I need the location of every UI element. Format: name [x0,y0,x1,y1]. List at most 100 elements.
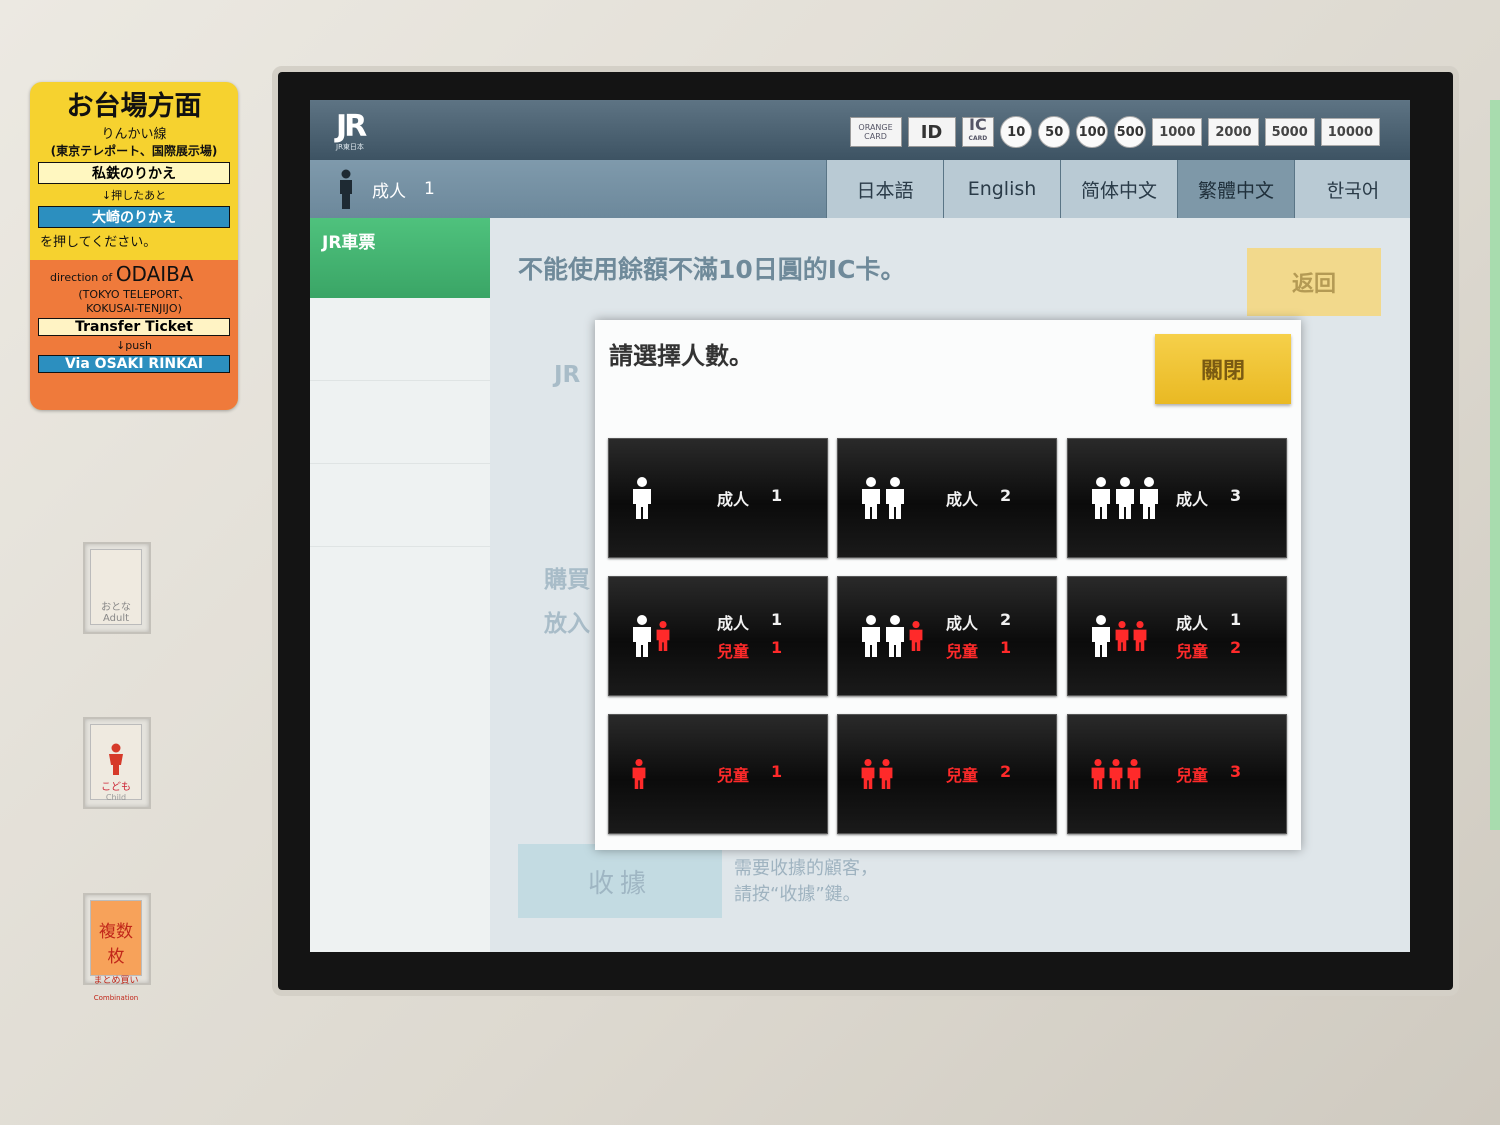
side-green-label [1490,100,1500,830]
passenger-option-button[interactable]: 兒童 3 [1067,714,1287,834]
jr-logo: JR JR東日本 [336,109,394,152]
child-physical-label-en: Child [105,793,127,802]
child-count: 1 [771,762,783,781]
combination-sub: まとめ買い [93,976,139,986]
ic-card-sub: CARD [968,135,988,142]
adult-label: 成人 [946,490,979,509]
adult-count: 1 [771,486,783,505]
suica-card-icon: ⅠD [907,117,956,147]
receipt-note-line-2: 請按“收據”鍵。 [734,884,861,905]
back-button[interactable]: 返回 [1247,248,1381,316]
jr-logo-text: JR [336,109,367,144]
orange-card-indicator: ORANGE CARD [849,117,902,147]
adult-figure-icon [1092,615,1110,657]
sidebar-item[interactable] [310,298,490,381]
coin-100: 100 [1076,116,1109,148]
passenger-labels: 成人 3 [1176,439,1241,557]
passenger-option-button[interactable]: 成人 2 [837,438,1057,558]
insert-label: 放入 [544,611,590,637]
passenger-option-button[interactable]: 成人 1 兒童 1 [608,576,828,696]
passenger-figures [631,439,653,557]
combination-label-en: Combination [93,994,139,1002]
adult-count: 1 [1230,610,1242,629]
adult-count: 2 [1000,486,1012,505]
ic-card-warning-message: 不能使用餘額不滿10日圓的IC卡。 [518,255,906,284]
adult-physical-button[interactable]: おとな Adult [83,542,151,634]
passenger-count-dialog: 請選擇人數。 關閉 成人 1 成人 2 成人 3 成人 1 兒童 1 成人 2 兒童 1 成人 1 兒童 2 兒童 1… [595,320,1301,850]
child-label: 兒童 [946,766,979,785]
adult-figure-icon [886,615,904,657]
sticker-direction-of: direction of [50,271,113,284]
sticker-english-section: direction of ODAIBA (TOKYO TELEPORT、 KOK… [30,260,238,410]
receipt-button[interactable]: 收據 [518,844,722,918]
adult-figure-icon [1092,477,1110,519]
receipt-note-line-1: 需要收據的顧客， [734,858,878,879]
bill-1000: 1000 [1152,118,1203,146]
child-count: 1 [771,638,783,657]
sidebar-item-label: JR車票 [322,233,376,253]
passenger-labels: 兒童 1 [717,715,782,833]
passenger-option-button[interactable]: 兒童 1 [608,714,828,834]
passenger-figures [1090,715,1142,833]
child-icon [109,743,123,775]
adult-figure-icon [1116,477,1134,519]
child-label: 兒童 [1176,766,1209,785]
combination-label-jp: 複数枚 [99,922,133,967]
sticker-en-stations-1: (TOKYO TELEPORT、 [78,288,190,301]
child-physical-button[interactable]: こども Child [83,717,151,809]
passenger-option-button[interactable]: 成人 3 [1067,438,1287,558]
passenger-option-button[interactable]: 兒童 2 [837,714,1057,834]
passenger-labels: 兒童 2 [946,715,1011,833]
sidebar-item[interactable] [310,464,490,547]
child-figure-icon [1127,759,1141,789]
language-tab[interactable]: 简体中文 [1060,160,1177,218]
child-physical-label-jp: こども [101,782,131,793]
language-tab[interactable]: English [943,160,1060,218]
sticker-line: りんかい線 [101,127,167,142]
ticket-machine-screen: JR JR東日本 ORANGE CARD ⅠD IC CARD 10 50 10… [310,100,1410,952]
dialog-title: 請選擇人數。 [609,342,753,370]
adult-label: 成人 [717,614,750,633]
jr-logo-sub: JR東日本 [336,143,364,151]
child-label: 兒童 [1176,642,1209,661]
passenger-labels: 兒童 3 [1176,715,1241,833]
top-bar: JR JR東日本 ORANGE CARD ⅠD IC CARD 10 50 10… [310,100,1410,160]
passenger-figures [1090,439,1160,557]
passenger-label: 成人 [372,181,406,202]
passenger-status: 成人 1 [338,168,435,210]
child-figure-icon [909,621,923,651]
passenger-option-button[interactable]: 成人 2 兒童 1 [837,576,1057,696]
adult-physical-label: おとな Adult [90,549,142,625]
language-tab[interactable]: 日本語 [826,160,943,218]
passenger-option-button[interactable]: 成人 1 [608,438,828,558]
adult-count: 3 [1230,486,1242,505]
odaiba-transfer-sticker: お台場方面 りんかい線 (東京テレポート、国際展示場) 私鉄のりかえ ↓押したあ… [30,82,238,410]
child-figure-icon [1115,621,1129,651]
sidebar-item[interactable] [310,381,490,464]
language-tab[interactable]: 한국어 [1294,160,1410,218]
close-button[interactable]: 關閉 [1155,334,1291,404]
sticker-title: お台場方面 [66,91,202,122]
adult-label: 成人 [946,614,979,633]
language-tab[interactable]: 繁體中文 [1177,160,1294,218]
adult-figure-icon [862,477,880,519]
adult-figure-icon [886,477,904,519]
sticker-stations: (東京テレポート、国際展示場) [50,144,218,158]
receipt-note: 需要收據的顧客， 請按“收據”鍵。 [734,856,878,908]
bill-10000: 10000 [1320,118,1380,146]
passenger-figures [631,715,647,833]
adult-figure-icon [633,477,651,519]
child-figure-icon [861,759,875,789]
passenger-option-button[interactable]: 成人 1 兒童 2 [1067,576,1287,696]
child-figure-icon [656,621,670,651]
combination-physical-button[interactable]: 複数枚 まとめ買い Combination [83,893,151,1002]
ic-card-text: IC [969,115,987,134]
sidebar-item-jr-ticket[interactable]: JR車票 [310,218,490,298]
sticker-push-after: ↓押したあと [101,189,167,202]
sticker-odaiba: ODAIBA [115,262,194,286]
adult-figure-icon [633,615,651,657]
sticker-en-stations-2: KOKUSAI-TENJIJO) [86,302,182,315]
child-label: 兒童 [717,642,750,661]
child-figure-icon [1133,621,1147,651]
adult-label: 成人 [1176,614,1209,633]
